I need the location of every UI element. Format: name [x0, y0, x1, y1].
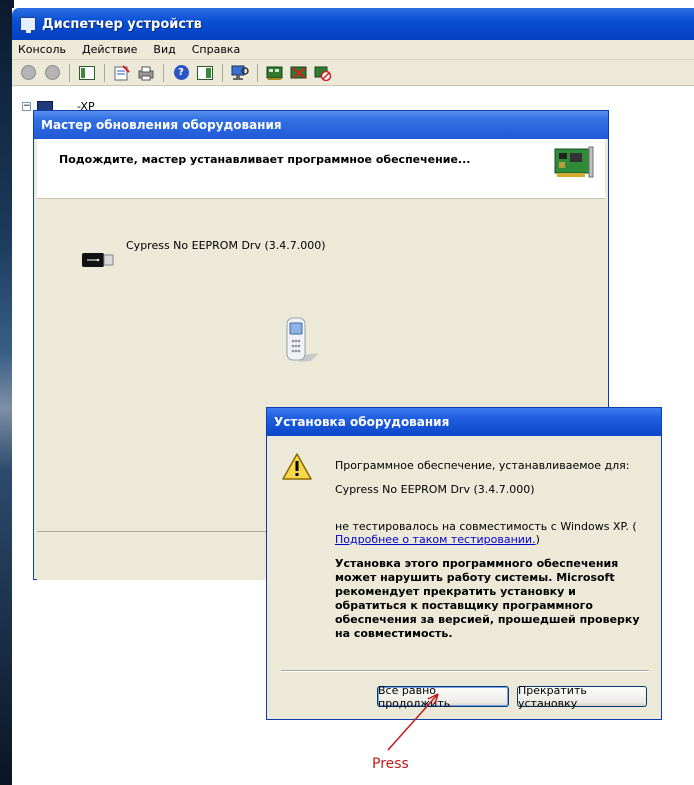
- menu-help[interactable]: Справка: [192, 43, 240, 56]
- hardware-installation-dialog: Установка оборудования Программное обесп…: [266, 407, 662, 720]
- print-icon[interactable]: [136, 63, 156, 83]
- wizard-header-text: Подождите, мастер устанавливает программ…: [59, 153, 471, 166]
- dialog-title-bar[interactable]: Установка оборудования: [267, 408, 661, 436]
- dialog-warning-text: Установка этого программного обеспечения…: [335, 557, 640, 640]
- dialog-device-name: Cypress No EEPROM Drv (3.4.7.000): [335, 483, 535, 496]
- annotation-arrow-icon: [387, 693, 439, 751]
- console-tree-icon[interactable]: [77, 63, 97, 83]
- toolbar-separator: [222, 63, 223, 82]
- window-title: Диспетчер устройств: [42, 16, 202, 32]
- menu-console[interactable]: Консоль: [18, 43, 66, 56]
- mobile-phone-icon: [286, 317, 319, 362]
- dialog-line-1: Программное обеспечение, устанавливаемое…: [335, 459, 630, 472]
- dialog-link-row: Подробнее о таком тестировании.): [335, 533, 540, 547]
- toolbar-separator: [104, 63, 105, 82]
- forward-icon[interactable]: [42, 63, 62, 83]
- dialog-separator: [281, 670, 649, 672]
- warning-icon: [282, 453, 312, 480]
- wizard-header: Подождите, мастер устанавливает программ…: [37, 139, 605, 199]
- wizard-driver-name: Cypress No EEPROM Drv (3.4.7.000): [126, 239, 326, 252]
- toolbar-separator: [163, 63, 164, 82]
- menu-bar: Консоль Действие Вид Справка: [12, 40, 694, 60]
- wizard-title: Мастер обновления оборудования: [41, 118, 282, 132]
- hardware-card-icon: [554, 146, 594, 178]
- uninstall-device-icon[interactable]: [313, 63, 333, 83]
- testing-info-link[interactable]: Подробнее о таком тестировании.: [335, 533, 536, 546]
- dialog-line-2: не тестировалось на совместимость с Wind…: [335, 520, 637, 533]
- properties-icon[interactable]: [112, 63, 132, 83]
- dialog-link-tail: ): [535, 533, 540, 546]
- menu-view[interactable]: Вид: [153, 43, 175, 56]
- menu-action[interactable]: Действие: [82, 43, 137, 56]
- help-icon[interactable]: ?: [171, 63, 191, 83]
- update-driver-icon[interactable]: [265, 63, 285, 83]
- toolbar-separator: [257, 63, 258, 82]
- back-icon[interactable]: [18, 63, 38, 83]
- device-manager-icon: [20, 17, 36, 33]
- annotation-label: Press: [372, 756, 409, 772]
- wizard-title-bar[interactable]: Мастер обновления оборудования: [34, 111, 608, 139]
- device-manager-title-bar[interactable]: Диспетчер устройств: [12, 8, 694, 40]
- tree-collapse-icon[interactable]: −: [22, 102, 31, 111]
- toolbar-separator: [69, 63, 70, 82]
- dialog-title: Установка оборудования: [274, 415, 450, 429]
- stop-installation-button[interactable]: Прекратить установку: [517, 684, 647, 710]
- toolbar: ?: [12, 60, 694, 86]
- action-pane-icon[interactable]: [195, 63, 215, 83]
- usb-device-icon: [82, 253, 114, 267]
- disable-device-icon[interactable]: [289, 63, 309, 83]
- scan-hardware-icon[interactable]: [230, 63, 250, 83]
